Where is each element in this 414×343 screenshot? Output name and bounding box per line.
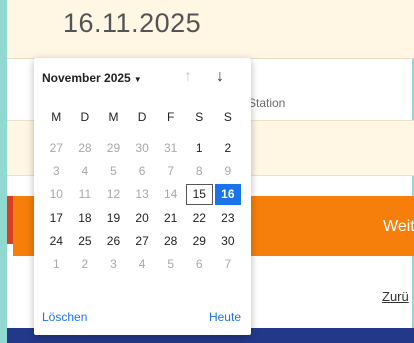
calendar-day: 11	[78, 187, 92, 202]
weekday-label: D	[137, 110, 147, 124]
caret-down-icon: ▼	[133, 75, 142, 84]
calendar-day: 4	[81, 163, 89, 178]
calendar-day: 2	[81, 257, 89, 272]
arrow-down-icon[interactable]: ↓	[216, 68, 224, 86]
calendar-day: 27	[49, 140, 63, 155]
weekday-header: MDMDFSS	[42, 110, 242, 130]
calendar-day[interactable]: 27	[128, 229, 157, 252]
calendar-day[interactable]: 15	[185, 183, 213, 205]
calendar-day: 8	[195, 163, 203, 178]
station-label: Station	[248, 96, 286, 110]
calendar-day: 6	[138, 163, 146, 178]
calendar-day: 3	[52, 163, 60, 178]
calendar-day: 28	[78, 140, 92, 155]
calendar-day[interactable]: 24	[42, 229, 71, 252]
calendar-day[interactable]: 26	[99, 229, 128, 252]
month-label: November 2025	[42, 71, 131, 85]
calendar-day: 30	[135, 140, 149, 155]
calendar-day[interactable]: 16	[214, 183, 242, 205]
calendar-day: 12	[106, 187, 121, 202]
calendar-day[interactable]: 2	[214, 136, 243, 159]
calendar-day: 7	[224, 257, 232, 272]
calendar-day[interactable]: 1	[185, 136, 214, 159]
calendar-day: 10	[49, 187, 63, 202]
calendar-day[interactable]: 21	[156, 206, 185, 229]
zurueck-link[interactable]: Zurü	[382, 289, 409, 304]
datepicker-header: November 2025 ▼ ↑ ↓	[34, 58, 251, 100]
weekday-label: S	[195, 110, 204, 124]
calendar-day[interactable]: 23	[214, 206, 243, 229]
date-value: 16.11.2025	[63, 8, 202, 38]
calendar-day[interactable]: 22	[185, 206, 214, 229]
calendar-day: 7	[167, 163, 175, 178]
weekday-label: M	[108, 110, 119, 124]
calendar-day: 29	[106, 140, 121, 155]
calendar-day: 9	[224, 163, 232, 178]
weekday-label: M	[51, 110, 62, 124]
calendar-day: 5	[167, 257, 175, 272]
clear-button[interactable]: Löschen	[42, 310, 87, 324]
weiter-button-label: Weit	[383, 218, 414, 235]
calendar-day[interactable]: 28	[156, 229, 185, 252]
calendar-grid: 27 28 29 30 31 1 2 3 4 5 6 7 8 9 10 11 12 13 14 15 16 17 18 19 2…	[42, 136, 242, 276]
calendar-day: 6	[195, 257, 203, 272]
calendar-day: 4	[138, 257, 146, 272]
calendar-day: 1	[52, 257, 60, 272]
calendar-day: 3	[110, 257, 117, 272]
arrow-up-icon[interactable]: ↑	[184, 68, 192, 86]
calendar-day[interactable]: 30	[214, 229, 243, 252]
calendar-day[interactable]: 25	[71, 229, 100, 252]
calendar-day[interactable]: 19	[99, 206, 128, 229]
calendar-day[interactable]: 18	[71, 206, 100, 229]
date-input[interactable]: 16.11.2025	[7, 0, 414, 59]
calendar-day: 31	[163, 140, 178, 155]
calendar-day: 14	[163, 187, 178, 202]
month-select[interactable]: November 2025 ▼	[42, 71, 142, 85]
calendar-day: 5	[110, 163, 117, 178]
weekday-label: S	[223, 110, 232, 124]
weekday-label: F	[167, 110, 175, 124]
calendar-day[interactable]: 29	[185, 229, 214, 252]
calendar-day: 13	[135, 187, 149, 202]
weekday-label: D	[80, 110, 90, 124]
calendar-day[interactable]: 20	[128, 206, 157, 229]
datepicker-popup: November 2025 ▼ ↑ ↓ MDMDFSS 27 28 29 30 31 1 2 3…	[34, 58, 251, 335]
calendar-day[interactable]: 17	[42, 206, 71, 229]
today-button[interactable]: Heute	[209, 310, 241, 324]
